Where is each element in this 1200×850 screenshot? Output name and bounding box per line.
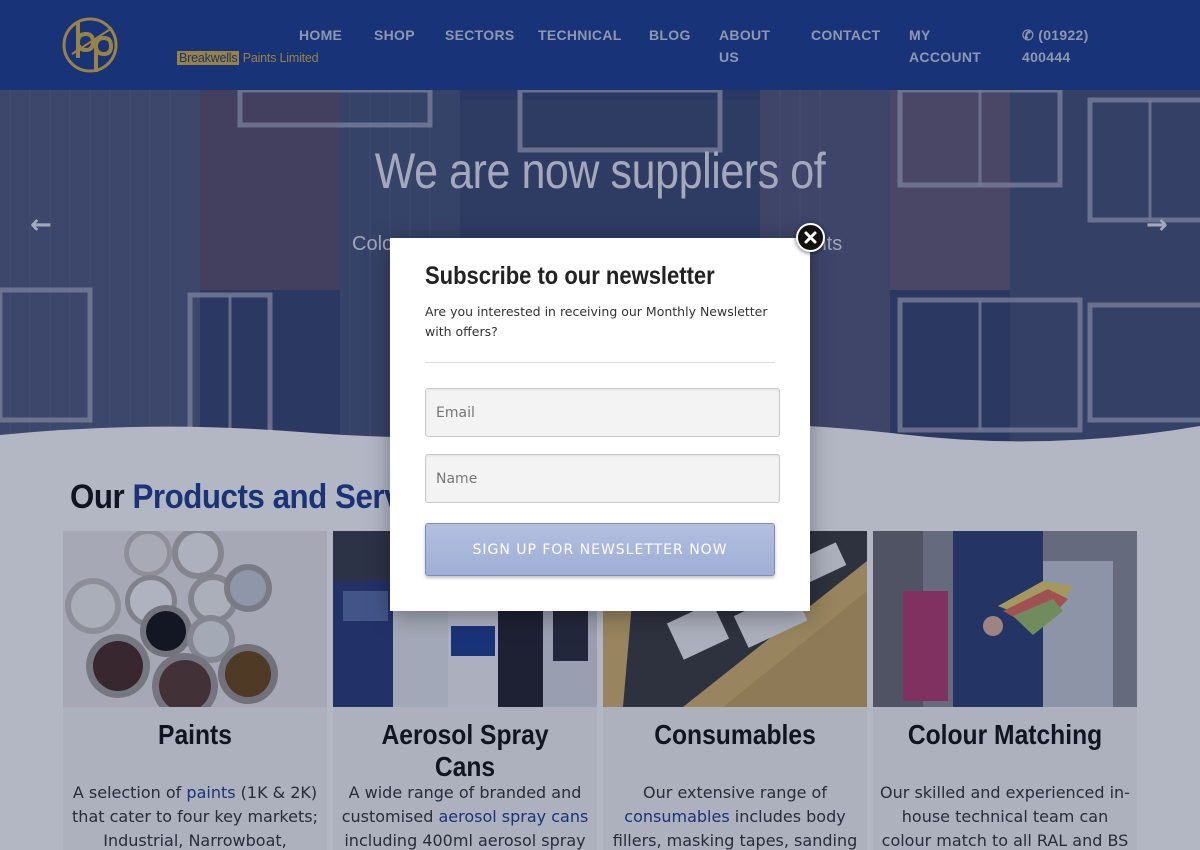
close-icon — [804, 231, 817, 244]
signup-button[interactable]: SIGN UP FOR NEWSLETTER NOW — [425, 523, 775, 576]
modal-text: Are you interested in receiving our Mont… — [425, 304, 768, 339]
modal-divider — [425, 362, 775, 363]
email-field[interactable] — [425, 388, 780, 437]
newsletter-modal: Subscribe to our newsletter Are you inte… — [390, 238, 810, 611]
name-field[interactable] — [425, 454, 780, 503]
modal-title: Subscribe to our newsletter — [425, 262, 715, 290]
modal-close-button[interactable] — [796, 223, 825, 252]
